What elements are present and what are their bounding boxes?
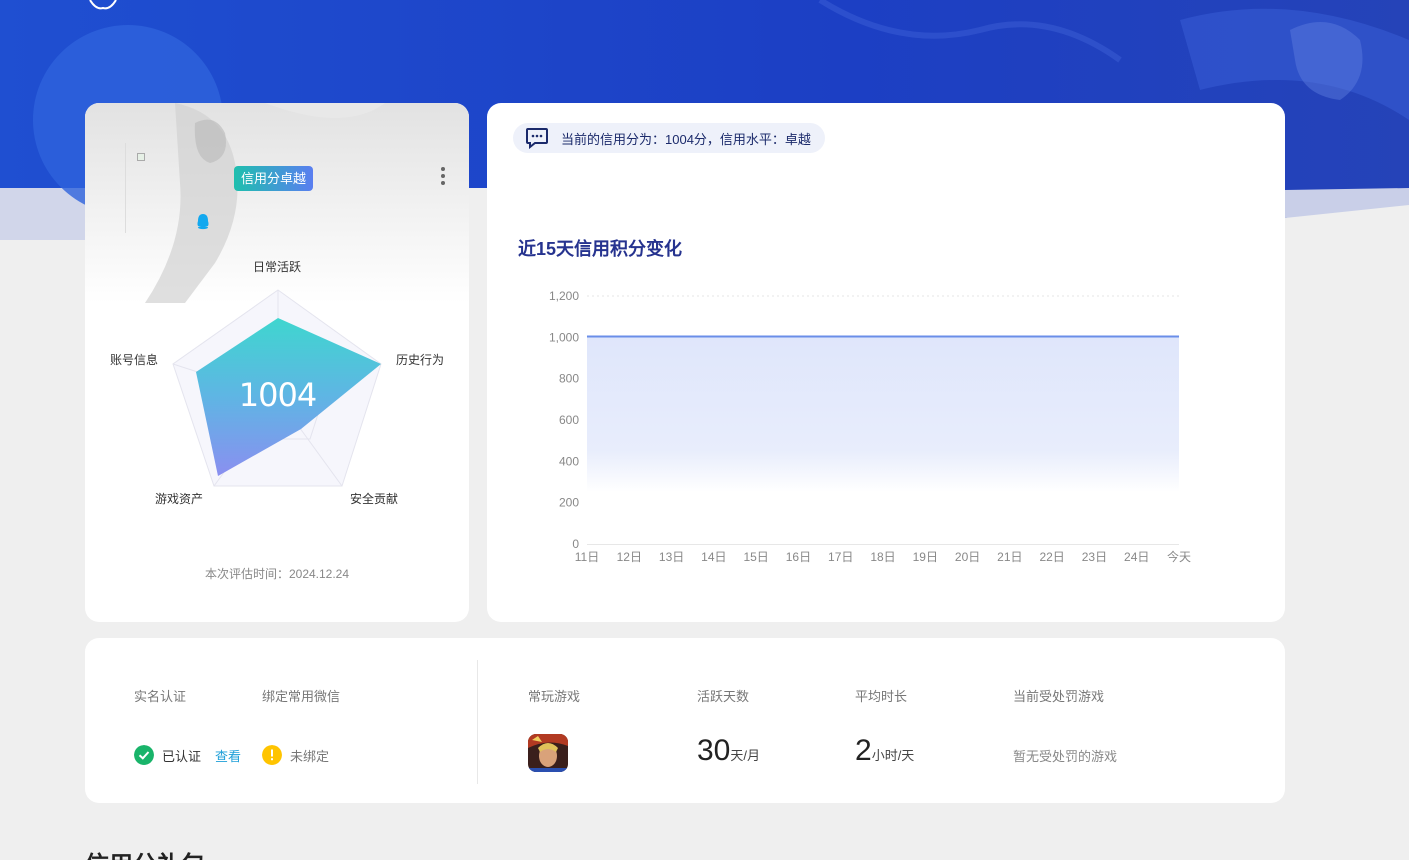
game-icon[interactable]	[528, 734, 568, 772]
credit-level-badge: 信用分卓越	[234, 166, 314, 191]
x-tick-label: 23日	[1082, 550, 1107, 564]
y-tick-label: 400	[559, 454, 579, 468]
realname-label: 实名认证	[134, 689, 187, 704]
credit-notice: 当前的信用分为：1004分，信用水平：卓越	[513, 123, 825, 153]
evaluation-time: 本次评估时间：2024.12.24	[204, 567, 350, 581]
account-info-card: 实名认证 绑定常用微信 已认证 查看 未绑定 常玩游戏 活跃天数 30天/月 平…	[85, 638, 1285, 803]
credit-score: 1004	[238, 376, 317, 414]
y-tick-label: 600	[559, 413, 579, 427]
x-tick-label: 12日	[617, 550, 642, 564]
check-icon	[134, 745, 154, 765]
message-icon	[526, 128, 548, 149]
more-options-icon[interactable]	[439, 165, 447, 187]
series-area	[587, 336, 1179, 544]
avg-time-label: 平均时长	[855, 689, 908, 704]
radar-label-assets: 游戏资产	[155, 492, 204, 506]
x-tick-label: 11日	[575, 550, 599, 564]
credit-trend-chart: 0 200 400 600 800 1,000 1,200 11日 12日 13日 14日 15日 16…	[549, 289, 1191, 564]
credit-trend-card: 当前的信用分为：1004分，信用水平：卓越 近15天信用积分变化 0 200 400…	[487, 103, 1285, 622]
qq-icon	[197, 214, 209, 230]
active-days: 30天/月	[697, 734, 760, 768]
wechat-status: 未绑定	[262, 745, 329, 765]
x-tick-label: 20日	[955, 550, 980, 564]
y-tick-label: 1,200	[549, 289, 579, 303]
x-tick-label: 16日	[786, 550, 811, 564]
notice-text: 当前的信用分为：1004分，信用水平：卓越	[561, 131, 811, 147]
radar-label-daily: 日常活跃	[253, 260, 302, 274]
frequent-games-label: 常玩游戏	[528, 689, 581, 704]
x-tick-label: 19日	[913, 550, 938, 564]
y-tick-label: 200	[559, 496, 579, 510]
avatar-image	[137, 153, 145, 161]
realname-status: 已认证 查看	[134, 745, 241, 765]
active-days-unit: 天/月	[730, 748, 760, 763]
x-tick-label: 22日	[1039, 550, 1064, 564]
view-realname-link[interactable]: 查看	[215, 746, 241, 765]
x-tick-label: 18日	[870, 550, 895, 564]
avg-time-value: 2	[855, 734, 872, 767]
chart-title: 近15天信用积分变化	[518, 239, 683, 259]
penalty-value: 暂无受处罚的游戏	[1013, 749, 1118, 764]
wechat-label: 绑定常用微信	[262, 689, 341, 704]
radar-label-security: 安全贡献	[350, 492, 399, 506]
wechat-status-text: 未绑定	[290, 748, 330, 764]
y-tick-label: 0	[572, 537, 579, 551]
x-tick-label: 17日	[828, 550, 853, 564]
penalty-label: 当前受处罚游戏	[1013, 689, 1105, 704]
warning-icon	[262, 745, 282, 765]
x-tick-label: 13日	[659, 550, 684, 564]
section-title: 信用分礼包	[85, 845, 205, 860]
divider	[477, 660, 478, 784]
radar-label-account: 账号信息	[110, 353, 159, 367]
x-tick-label: 14日	[701, 550, 726, 564]
x-tick-label: 今天	[1167, 549, 1191, 564]
logo-icon	[89, 0, 117, 10]
radar-label-history: 历史行为	[396, 353, 445, 367]
x-tick-label: 15日	[743, 550, 768, 564]
avg-time: 2小时/天	[855, 734, 914, 768]
active-days-value: 30	[697, 734, 731, 767]
y-tick-label: 1,000	[549, 330, 579, 344]
x-tick-label: 21日	[997, 550, 1022, 564]
realname-status-text: 已认证	[162, 748, 202, 764]
x-tick-label: 24日	[1124, 550, 1149, 564]
y-tick-label: 800	[559, 372, 579, 386]
avg-time-unit: 小时/天	[871, 748, 915, 763]
active-days-label: 活跃天数	[697, 689, 750, 704]
credit-profile-card: 信用分卓越 日常活跃 历史行为 安全贡献 游戏资产 账号信息 1004 本次评估…	[85, 103, 469, 622]
